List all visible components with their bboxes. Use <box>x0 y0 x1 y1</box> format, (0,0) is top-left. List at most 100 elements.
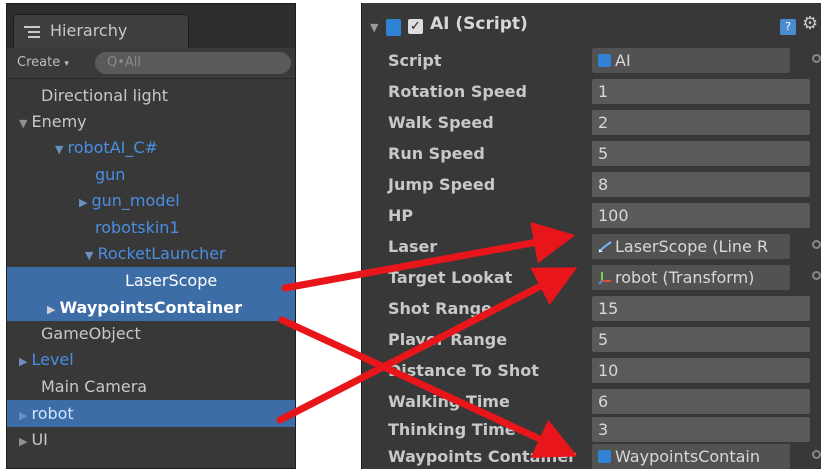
hierarchy-item-robotai[interactable]: ▼ robotAI_C# <box>7 134 295 163</box>
component-title: AI (Script) <box>430 14 528 34</box>
field-label: Walk Speed <box>388 113 494 132</box>
walking-time-input[interactable]: 6 <box>592 389 810 414</box>
expand-arrow-icon[interactable]: ▼ <box>19 110 27 137</box>
hierarchy-item-label: RocketLauncher <box>97 244 226 263</box>
chevron-down-icon: ▾ <box>64 59 69 69</box>
hierarchy-item-label: gun_model <box>91 191 180 210</box>
hierarchy-item-label: GameObject <box>41 324 141 343</box>
help-icon[interactable]: ? <box>780 19 796 35</box>
hierarchy-item-label: robotskin1 <box>95 218 180 237</box>
object-picker-icon[interactable] <box>812 54 821 63</box>
script-icon <box>598 54 611 67</box>
field-row-shot-range: Shot Range 15 <box>362 293 821 324</box>
hierarchy-item-label: Level <box>31 350 74 369</box>
hierarchy-item-label: robotAI_C# <box>67 138 158 157</box>
player-range-input[interactable]: 5 <box>592 327 810 352</box>
hierarchy-item-robot[interactable]: ▶ robot <box>7 400 295 429</box>
hierarchy-item-gun-model[interactable]: ▶ gun_model <box>7 187 295 216</box>
field-row-distance-to-shot: Distance To Shot 10 <box>362 355 821 386</box>
thinking-time-input[interactable]: 3 <box>592 417 810 442</box>
field-row-rotation-speed: Rotation Speed 1 <box>362 76 821 107</box>
field-label: Rotation Speed <box>388 82 527 101</box>
walk-speed-input[interactable]: 2 <box>592 110 810 135</box>
field-value: LaserScope (Line R <box>615 237 769 256</box>
component-enabled-checkbox[interactable]: ✓ <box>408 19 423 34</box>
field-label: Target Lookat <box>388 268 513 287</box>
hierarchy-tab-label: Hierarchy <box>50 21 128 40</box>
object-picker-icon[interactable] <box>812 271 821 280</box>
hierarchy-item-level[interactable]: ▶ Level <box>7 346 295 375</box>
field-label: Jump Speed <box>388 175 496 194</box>
create-dropdown[interactable]: Create ▾ <box>17 53 69 74</box>
field-label: HP <box>388 206 414 225</box>
hierarchy-item-gun[interactable]: gun <box>7 161 295 188</box>
laser-object-field[interactable]: LaserScope (Line R <box>592 234 790 259</box>
list-icon <box>24 26 40 38</box>
hierarchy-item-gameobject[interactable]: GameObject <box>7 320 295 347</box>
field-row-jump-speed: Jump Speed 8 <box>362 169 821 200</box>
target-lookat-object-field[interactable]: robot (Transform) <box>592 265 790 290</box>
object-picker-icon[interactable] <box>812 240 821 249</box>
jump-speed-input[interactable]: 8 <box>592 172 810 197</box>
field-label: Waypoints Container <box>388 447 577 466</box>
script-icon <box>598 450 611 463</box>
hierarchy-search-input[interactable]: Q•All <box>95 52 291 74</box>
line-renderer-icon <box>598 241 612 253</box>
field-row-walking-time: Walking Time 6 <box>362 386 821 417</box>
field-value: AI <box>615 51 631 70</box>
expand-arrow-icon[interactable]: ▶ <box>19 428 27 455</box>
field-row-hp: HP 100 <box>362 200 821 231</box>
hierarchy-item-ui[interactable]: ▶ UI <box>7 426 295 455</box>
hierarchy-item-rocketlauncher[interactable]: ▼ RocketLauncher <box>7 240 295 269</box>
hierarchy-item-label: gun <box>95 165 126 184</box>
field-row-player-range: Player Range 5 <box>362 324 821 355</box>
field-value: robot (Transform) <box>615 268 755 287</box>
expand-arrow-icon[interactable]: ▶ <box>19 348 27 375</box>
hierarchy-item-label: WaypointsContainer <box>59 298 242 317</box>
hierarchy-item-waypointscontainer[interactable]: ▶ WaypointsContainer <box>7 294 295 323</box>
field-row-laser: Laser LaserScope (Line R <box>362 231 821 262</box>
distance-to-shot-input[interactable]: 10 <box>592 358 810 383</box>
create-label: Create <box>17 55 61 70</box>
rotation-speed-input[interactable]: 1 <box>592 79 810 104</box>
gear-icon[interactable]: ⚙ <box>802 13 818 34</box>
expand-arrow-icon[interactable]: ▼ <box>55 136 63 163</box>
hierarchy-item-label: Main Camera <box>41 377 148 396</box>
hierarchy-item-label: Enemy <box>31 112 87 131</box>
hierarchy-item-enemy[interactable]: ▼ Enemy <box>7 108 295 137</box>
hierarchy-item-laserscope[interactable]: LaserScope <box>7 267 295 294</box>
hp-input[interactable]: 100 <box>592 203 810 228</box>
field-label: Run Speed <box>388 144 485 163</box>
field-label: Distance To Shot <box>388 361 539 380</box>
object-picker-icon[interactable] <box>812 450 821 459</box>
hierarchy-toolbar: Create ▾ Q•All <box>7 48 295 79</box>
hierarchy-item-label: robot <box>31 404 74 423</box>
field-label: Walking Time <box>388 392 510 411</box>
script-field[interactable]: AI <box>592 48 790 73</box>
hierarchy-item-label: Directional light <box>41 86 169 105</box>
hierarchy-item-label: UI <box>31 430 48 449</box>
shot-range-input[interactable]: 15 <box>592 296 810 321</box>
field-value: WaypointsContain <box>615 447 760 466</box>
hierarchy-item-directional-light[interactable]: Directional light <box>7 82 295 109</box>
expand-arrow-icon[interactable]: ▶ <box>19 402 27 429</box>
run-speed-input[interactable]: 5 <box>592 141 810 166</box>
expand-arrow-icon[interactable]: ▶ <box>79 189 87 216</box>
field-label: Shot Range <box>388 299 492 318</box>
hierarchy-item-label: LaserScope <box>125 271 218 290</box>
field-label: Player Range <box>388 330 508 349</box>
transform-icon <box>598 272 611 285</box>
hierarchy-item-main-camera[interactable]: Main Camera <box>7 373 295 400</box>
expand-arrow-icon[interactable]: ▼ <box>85 242 93 269</box>
inspector-panel: ▼ ✓ AI (Script) ? ⚙ Script AI Rotation S… <box>361 3 821 469</box>
hierarchy-item-robotskin[interactable]: robotskin1 <box>7 214 295 241</box>
field-row-waypoints-container: Waypoints Container WaypointsContain <box>362 441 821 469</box>
expand-arrow-icon[interactable]: ▶ <box>47 296 55 323</box>
field-row-run-speed: Run Speed 5 <box>362 138 821 169</box>
csharp-script-icon <box>386 19 401 36</box>
field-row-target-lookat: Target Lookat robot (Transform) <box>362 262 821 293</box>
waypoints-container-object-field[interactable]: WaypointsContain <box>592 444 790 469</box>
hierarchy-tab[interactable]: Hierarchy <box>13 14 189 48</box>
hierarchy-tab-bar: Hierarchy <box>7 4 295 48</box>
fold-arrow-icon[interactable]: ▼ <box>370 21 378 34</box>
